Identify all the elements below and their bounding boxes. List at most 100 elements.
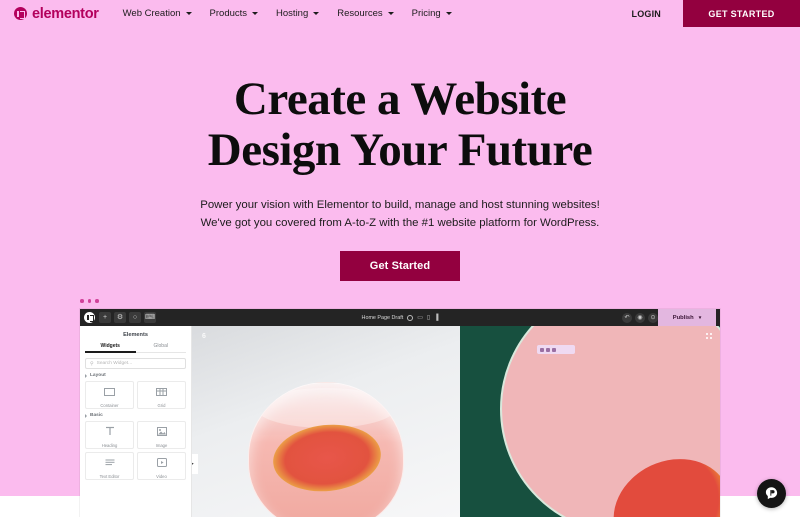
elementor-logo-icon [14, 7, 27, 20]
chat-glyph [765, 487, 778, 500]
hero-title-line-1: Create a Website [233, 73, 567, 125]
panel-tabs: Widgets Global [85, 341, 186, 353]
nav-item-label: Products [209, 8, 248, 19]
hero-section: Create a Website Design Your Future Powe… [0, 27, 800, 281]
add-section-icon[interactable]: ✦ [192, 454, 198, 474]
chevron-right-icon [85, 373, 87, 378]
settings-gear-icon[interactable]: ⚙ [114, 312, 126, 323]
search-widget-input[interactable]: ⚲ Search Widget... [85, 358, 186, 369]
chat-bubble-icon[interactable] [757, 479, 786, 508]
widget-video[interactable]: Video [137, 452, 186, 480]
comment-icon[interactable]: ⌨ [144, 312, 156, 323]
widget-label: Video [156, 473, 167, 479]
search-placeholder: Search Widget... [96, 361, 133, 366]
elementor-homepage: elementor Web Creation Products Hosting … [0, 0, 800, 517]
window-dot [80, 299, 84, 303]
section-header-layout[interactable]: Layout [85, 373, 186, 378]
canvas-left-column[interactable]: 6 ✦ [192, 326, 460, 517]
widget-container[interactable]: Container [85, 381, 134, 409]
elements-panel: Elements Widgets Global ⚲ Search Widget.… [80, 326, 192, 517]
chevron-down-icon [387, 12, 394, 15]
image-widget-icon [156, 423, 167, 441]
chevron-down-icon [252, 12, 259, 15]
nav-item-hosting[interactable]: Hosting [276, 8, 320, 19]
tab-widgets[interactable]: Widgets [85, 341, 136, 353]
text-editor-widget-icon [105, 454, 115, 472]
login-link[interactable]: LOGIN [632, 9, 662, 19]
publish-label: Publish [672, 314, 694, 321]
elementor-editor-mockup: + ⚙ ○ ⌨ Home Page Draft gear-icon ▭ ▯ ▐ … [80, 309, 720, 517]
canvas-right-column[interactable] [460, 326, 720, 517]
search-icon: ⚲ [90, 360, 94, 367]
nav-links: Web Creation Products Hosting Resources … [123, 8, 452, 19]
nav-item-label: Hosting [276, 8, 309, 19]
tab-global[interactable]: Global [136, 341, 187, 352]
nav-item-products[interactable]: Products [210, 8, 259, 19]
section-label: Layout [90, 373, 106, 378]
nav-item-web-creation[interactable]: Web Creation [123, 8, 192, 19]
hero-subtitle-line-1: Power your vision with Elementor to buil… [200, 199, 600, 211]
history-icon[interactable]: ○ [129, 312, 141, 323]
publish-options-icon[interactable]: ⊙ [648, 312, 658, 323]
gear-icon[interactable]: gear-icon [407, 314, 414, 321]
brand-name: elementor [32, 5, 99, 22]
undo-icon[interactable]: ↶ [622, 312, 632, 323]
window-dots [80, 299, 99, 303]
widget-label: Heading [101, 442, 118, 448]
nav-item-label: Resources [337, 8, 383, 19]
top-navigation-bar: elementor Web Creation Products Hosting … [0, 0, 800, 27]
mobile-view-icon[interactable]: ▐ [434, 315, 438, 321]
editor-top-bar-actions: ↶ ◉ ⊙ [622, 312, 658, 323]
nav-item-pricing[interactable]: Pricing [412, 8, 452, 19]
cta-container: Get Started [0, 251, 800, 281]
heading-widget-icon [105, 423, 115, 441]
nav-right-actions: LOGIN GET STARTED [632, 0, 800, 27]
canvas-column-badge: 6 [202, 333, 206, 340]
video-widget-icon [156, 454, 167, 472]
desktop-view-icon[interactable]: ▭ [417, 314, 423, 321]
publish-button[interactable]: Publish ▾ [658, 309, 716, 326]
widget-image[interactable]: Image [137, 421, 186, 449]
chevron-down-icon [313, 12, 320, 15]
nav-item-label: Web Creation [122, 8, 181, 19]
chevron-right-icon [85, 413, 87, 418]
widget-label: Container [100, 402, 119, 408]
window-dot [87, 299, 91, 303]
widget-grid[interactable]: Grid [137, 381, 186, 409]
nav-item-resources[interactable]: Resources [337, 8, 394, 19]
add-element-icon[interactable]: + [99, 312, 111, 323]
element-toolbar-icon[interactable] [537, 345, 575, 354]
chevron-down-icon [185, 12, 192, 15]
preview-icon[interactable]: ◉ [635, 312, 645, 323]
editor-top-bar: + ⚙ ○ ⌨ Home Page Draft gear-icon ▭ ▯ ▐ … [80, 309, 720, 326]
page-title: Create a Website Design Your Future [0, 74, 800, 176]
widget-label: Image [155, 442, 168, 448]
window-dot [95, 299, 99, 303]
resize-handle-icon[interactable] [706, 333, 712, 339]
document-title: Home Page Draft [361, 314, 404, 321]
hero-title-line-2: Design Your Future [207, 124, 593, 176]
hero-subtitle-line-2: We've got you covered from A-to-Z with t… [200, 216, 600, 229]
widget-text-editor[interactable]: Text Editor [85, 452, 134, 480]
get-started-nav-button[interactable]: GET STARTED [683, 0, 800, 27]
widget-label: Text Editor [99, 473, 120, 479]
brand-logo[interactable]: elementor [14, 6, 99, 22]
grapefruit-slice-shape [269, 419, 385, 497]
editor-canvas[interactable]: 6 ✦ [192, 326, 720, 517]
editor-body: Elements Widgets Global ⚲ Search Widget.… [80, 326, 720, 517]
cocktail-glass-image [248, 382, 404, 517]
get-started-cta-button[interactable]: Get Started [339, 251, 461, 281]
tablet-view-icon[interactable]: ▯ [427, 314, 430, 321]
section-header-basic[interactable]: Basic [85, 413, 186, 418]
grid-widget-icon [156, 383, 167, 401]
container-widget-icon [104, 383, 115, 401]
panel-title: Elements [123, 332, 148, 338]
widget-heading[interactable]: Heading [85, 421, 134, 449]
chevron-down-icon: ▾ [698, 314, 702, 321]
chevron-down-icon [445, 12, 452, 15]
widget-grid-basic: Heading Image Text Editor Video [85, 421, 186, 480]
elementor-mark-icon[interactable] [84, 312, 95, 323]
widget-grid-layout: Container Grid [85, 381, 186, 409]
hero-subtitle: Power your vision with Elementor to buil… [0, 197, 800, 232]
section-label: Basic [90, 413, 103, 418]
